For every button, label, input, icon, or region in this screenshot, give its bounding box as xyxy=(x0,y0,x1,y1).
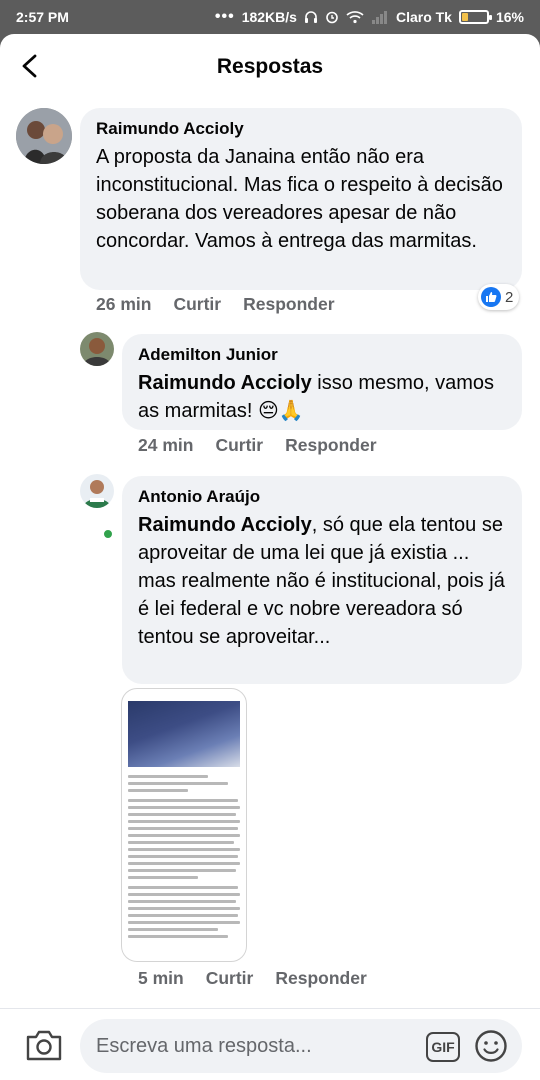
gif-icon[interactable]: GIF xyxy=(426,1032,460,1062)
reply-button[interactable]: Responder xyxy=(243,294,334,315)
more-dots-icon: ••• xyxy=(214,8,235,25)
text-line xyxy=(128,813,236,816)
like-button[interactable]: Curtir xyxy=(215,435,263,456)
comment-text: Raimundo Accioly, só que ela tentou se a… xyxy=(138,511,506,651)
comment-author[interactable]: Ademilton Junior xyxy=(138,344,506,366)
text-line xyxy=(128,914,238,917)
text-line xyxy=(128,834,240,837)
network-speed: 182KB/s xyxy=(241,9,297,25)
text-line xyxy=(128,893,240,896)
comment-time: 5 min xyxy=(138,968,184,988)
comment-actions: 5 min Curtir Responder xyxy=(138,968,367,989)
text-line xyxy=(128,820,240,823)
wifi-icon xyxy=(346,11,364,24)
text-line xyxy=(128,907,240,910)
text-line xyxy=(128,827,238,830)
text-line xyxy=(128,886,238,889)
comment-actions: 26 min Curtir Responder xyxy=(96,294,335,315)
status-icons: ••• 182KB/s Claro Tk 16% xyxy=(214,8,524,26)
text-line xyxy=(128,782,228,785)
carrier-name: Claro Tk xyxy=(395,9,452,25)
comment-author[interactable]: Antonio Araújo xyxy=(138,486,506,508)
camera-icon[interactable] xyxy=(24,1027,64,1063)
comment-author[interactable]: Raimundo Accioly xyxy=(96,118,506,140)
comment-text: Raimundo Accioly isso mesmo, vamos as ma… xyxy=(138,369,506,425)
text-line xyxy=(128,862,240,865)
text-line xyxy=(128,775,208,778)
signal-icon xyxy=(371,11,387,24)
mention-link[interactable]: Raimundo Accioly xyxy=(138,372,312,394)
comment-text: A proposta da Janaina então não era inco… xyxy=(96,146,503,252)
battery-level: 16% xyxy=(495,9,524,25)
status-bar: 2:57 PM ••• 182KB/s Claro Tk 16% xyxy=(0,0,540,34)
header: Respostas xyxy=(0,34,540,98)
comment-time: 26 min xyxy=(96,294,152,314)
text-line xyxy=(128,841,234,844)
text-line xyxy=(128,806,240,809)
page-title: Respostas xyxy=(216,55,324,78)
avatar[interactable] xyxy=(80,332,114,366)
comment-bubble[interactable]: Raimundo Accioly A proposta da Janaina e… xyxy=(80,108,522,290)
attached-photo xyxy=(128,701,240,767)
reply-input[interactable] xyxy=(96,1019,416,1073)
avatar[interactable] xyxy=(16,108,72,164)
text-line xyxy=(128,799,238,802)
reaction-badge[interactable]: 2 xyxy=(478,284,520,310)
comment-bubble[interactable]: Antonio Araújo Raimundo Accioly, só que … xyxy=(122,476,522,684)
headphones-icon xyxy=(304,11,317,23)
like-icon xyxy=(481,287,501,307)
comment-time: 24 min xyxy=(138,435,194,455)
reply-button[interactable]: Responder xyxy=(285,435,376,456)
avatar-photo xyxy=(80,474,114,508)
comment-bubble[interactable]: Ademilton Junior Raimundo Accioly isso m… xyxy=(122,334,522,430)
attached-screenshot[interactable] xyxy=(121,688,247,962)
avatar-photo xyxy=(80,332,114,366)
text-line xyxy=(128,848,240,851)
emoji-icon[interactable] xyxy=(474,1029,508,1063)
like-button[interactable]: Curtir xyxy=(206,968,254,989)
online-status-dot xyxy=(102,528,114,540)
mention-link[interactable]: Raimundo Accioly xyxy=(138,514,312,536)
avatar[interactable] xyxy=(80,474,114,508)
like-button[interactable]: Curtir xyxy=(173,294,221,315)
battery-icon xyxy=(458,10,492,24)
text-line xyxy=(128,928,218,931)
comment-actions: 24 min Curtir Responder xyxy=(138,435,377,456)
avatar-photo xyxy=(16,108,72,164)
text-line xyxy=(128,789,188,792)
text-line xyxy=(128,900,236,903)
reply-button[interactable]: Responder xyxy=(275,968,366,989)
reply-composer: GIF xyxy=(0,1008,540,1080)
text-line xyxy=(128,869,236,872)
status-time: 2:57 PM xyxy=(16,9,69,25)
reaction-count: 2 xyxy=(505,288,514,306)
text-line xyxy=(128,921,240,924)
replies-sheet: Respostas Raimundo Accioly A proposta da… xyxy=(0,34,540,1080)
reply-input-wrapper[interactable]: GIF xyxy=(80,1019,522,1073)
text-line xyxy=(128,855,238,858)
text-line xyxy=(128,876,198,879)
text-line xyxy=(128,935,228,938)
alarm-icon xyxy=(326,11,338,24)
